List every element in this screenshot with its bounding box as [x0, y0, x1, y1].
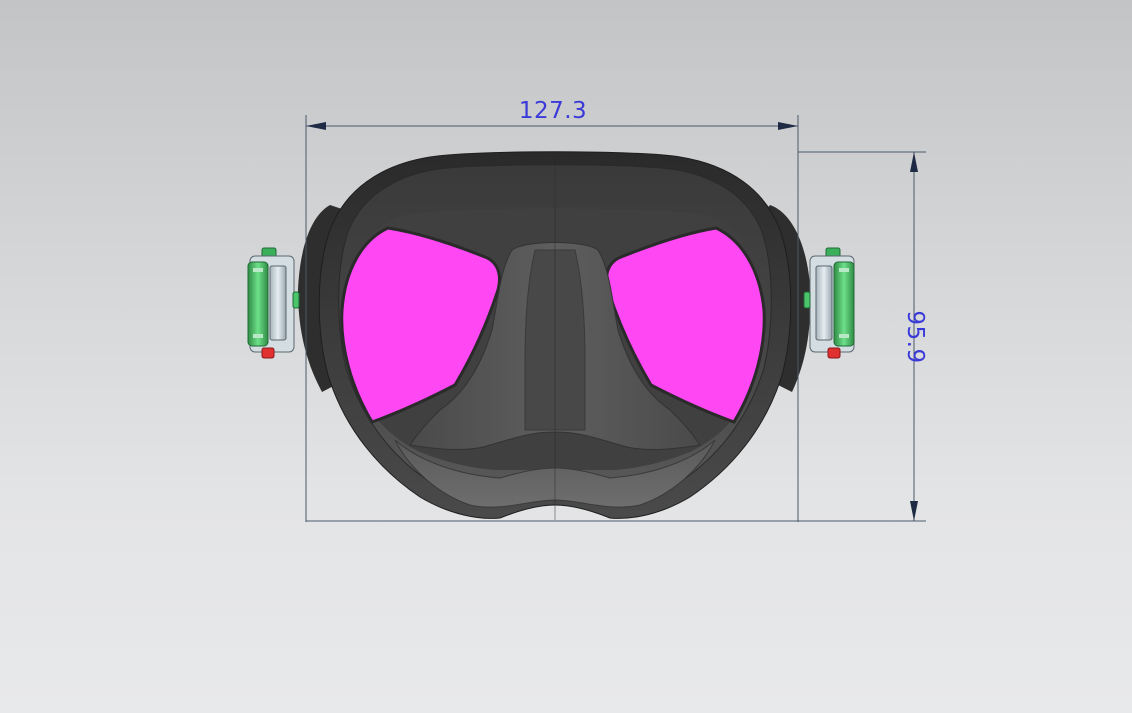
width-arrow-right: [778, 122, 798, 130]
height-arrow-bottom: [910, 501, 918, 521]
cad-viewport[interactable]: 127.3 95.9: [0, 0, 1132, 713]
cad-drawing: 127.3 95.9: [247, 98, 928, 522]
width-arrow-left: [306, 122, 326, 130]
left-strap-buckle[interactable]: [247, 247, 300, 359]
height-dimension-value: 95.9: [902, 310, 928, 363]
dive-mask-model: [298, 151, 811, 520]
width-dimension-value: 127.3: [519, 98, 587, 124]
right-strap-buckle[interactable]: [803, 247, 855, 359]
height-arrow-top: [910, 152, 918, 172]
